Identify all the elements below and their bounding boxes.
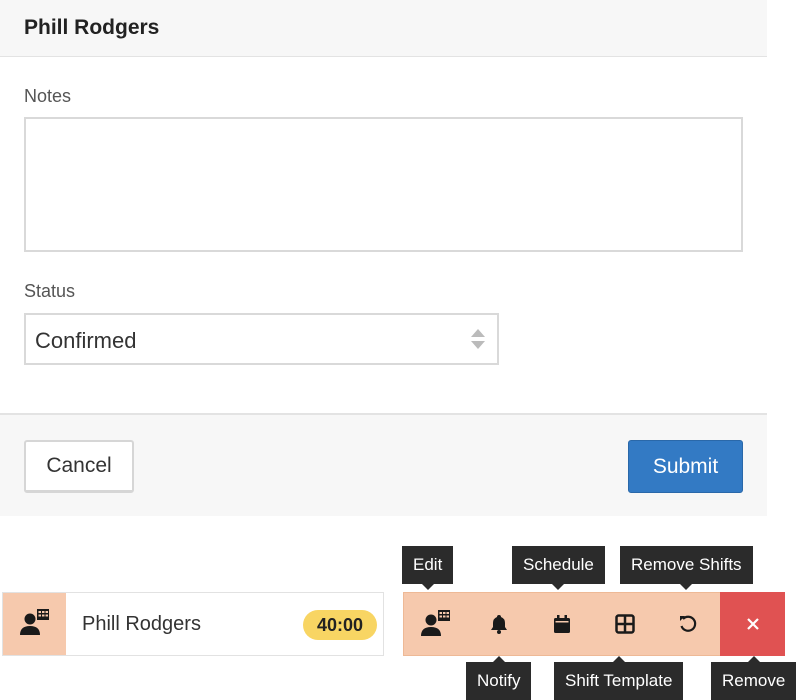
- close-icon: [746, 618, 759, 630]
- notify-button[interactable]: [467, 593, 530, 655]
- edit-tooltip: Edit: [402, 546, 454, 590]
- action-toolbar: [403, 592, 785, 656]
- grid-icon: [614, 614, 635, 634]
- hours-badge: 40:00: [303, 610, 377, 640]
- undo-icon: [680, 615, 697, 632]
- status-select[interactable]: Confirmed: [24, 313, 499, 365]
- notify-tooltip: Notify: [466, 656, 532, 700]
- schedule-tooltip: Schedule: [512, 546, 605, 590]
- modal-footer: Cancel Submit: [0, 413, 767, 516]
- employee-row[interactable]: Phill Rodgers 40:00: [2, 592, 384, 656]
- notes-textarea[interactable]: [24, 117, 743, 252]
- remove-tooltip: Remove: [711, 656, 797, 700]
- schedule-button[interactable]: [530, 593, 593, 655]
- user-schedule-icon: [20, 609, 49, 635]
- employee-name: Phill Rodgers: [82, 613, 201, 635]
- employee-avatar-cell: [3, 593, 66, 655]
- shift-template-tooltip: Shift Template: [554, 656, 684, 700]
- modal-title: Phill Rodgers: [24, 16, 160, 39]
- notes-label: Notes: [24, 86, 72, 106]
- submit-button[interactable]: Submit: [628, 440, 743, 493]
- status-select-value: Confirmed: [35, 328, 137, 353]
- modal-header: Phill Rodgers: [0, 0, 767, 57]
- remove-button[interactable]: [720, 592, 785, 656]
- remove-shifts-button[interactable]: [656, 593, 720, 655]
- edit-employee-modal: Phill Rodgers Notes Status Confirmed Can…: [0, 0, 767, 516]
- shift-template-button[interactable]: [593, 593, 656, 655]
- remove-shifts-tooltip: Remove Shifts: [620, 546, 753, 590]
- user-schedule-icon: [420, 610, 450, 636]
- edit-button[interactable]: [404, 593, 467, 655]
- calendar-icon: [553, 615, 570, 633]
- status-label: Status: [24, 281, 76, 301]
- bell-icon: [490, 615, 507, 634]
- cancel-button[interactable]: Cancel: [24, 440, 134, 493]
- select-arrows-icon: [471, 329, 485, 349]
